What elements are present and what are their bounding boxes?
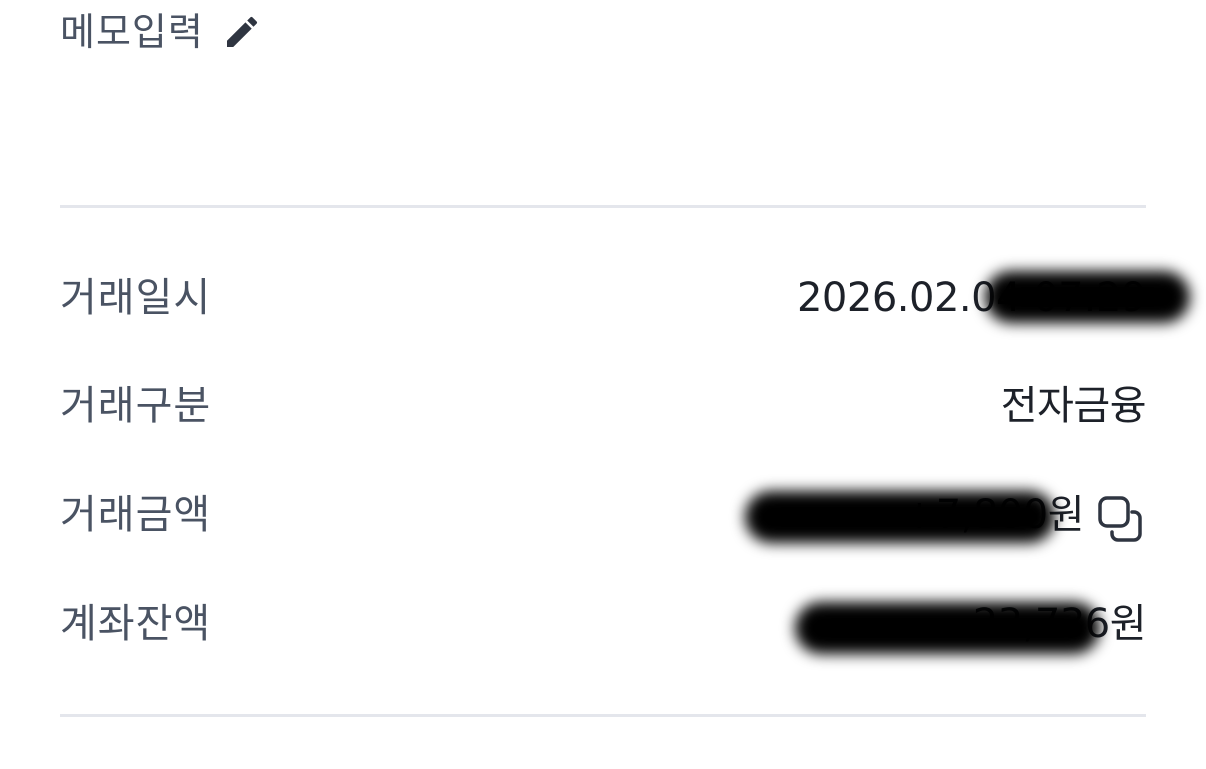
transaction-amount-label: 거래금액 [60,492,212,538]
transaction-type-label: 거래구분 [60,383,212,429]
detail-row-transaction-amount: 거래금액 +7,800원 [60,485,1146,545]
transaction-amount-group: +7,800원 [903,486,1146,544]
detail-row-transaction-datetime: 거래일시 2026.02.04 07:29 [60,268,1147,328]
pencil-icon [226,16,257,47]
account-balance-value: 23,736원 [972,601,1147,647]
copy-icon[interactable] [1094,492,1146,544]
detail-row-transaction-type: 거래구분 전자금융 [60,376,1147,436]
memo-input-button[interactable]: 메모입력 [60,6,262,58]
transaction-datetime-value: 2026.02.04 07:29 [796,275,1147,321]
divider-bottom [60,714,1146,717]
transaction-type-value: 전자금융 [1000,383,1147,429]
transaction-amount-value: +7,800원 [902,492,1085,538]
detail-row-account-balance: 계좌잔액 23,736원 [60,594,1147,654]
memo-label: 메모입력 [60,10,204,54]
account-balance-label: 계좌잔액 [60,601,212,647]
transaction-datetime-label: 거래일시 [60,275,212,321]
divider-top [60,205,1146,208]
